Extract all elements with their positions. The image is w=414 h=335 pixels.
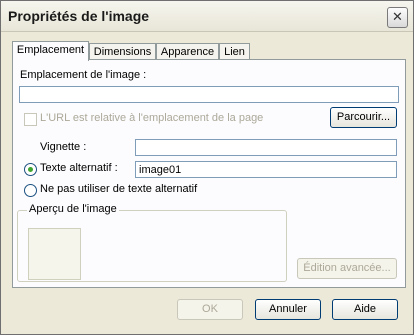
cancel-button[interactable]: Annuler xyxy=(255,299,321,320)
title-bar: Propriétés de l'image ✕ xyxy=(1,1,413,32)
alt-text-radio[interactable] xyxy=(24,163,37,176)
thumbnail-input[interactable] xyxy=(135,139,397,156)
close-icon: ✕ xyxy=(392,9,403,24)
ok-button[interactable]: OK xyxy=(177,299,243,320)
location-input[interactable] xyxy=(19,86,399,103)
relative-url-checkbox[interactable] xyxy=(24,113,37,126)
tab-apparence[interactable]: Apparence xyxy=(156,43,219,60)
radio-selected-dot xyxy=(28,167,33,172)
alt-text-input[interactable]: image01 xyxy=(135,161,397,178)
browse-button[interactable]: Parcourir... xyxy=(330,107,397,128)
image-preview xyxy=(28,228,81,280)
dialog-title: Propriétés de l'image xyxy=(8,8,150,24)
tab-dimensions[interactable]: Dimensions xyxy=(89,43,156,60)
close-button[interactable]: ✕ xyxy=(387,7,408,28)
tab-emplacement[interactable]: Emplacement xyxy=(12,41,89,61)
help-button[interactable]: Aide xyxy=(332,299,398,320)
no-alt-text-label: Ne pas utiliser de texte alternatif xyxy=(40,183,198,195)
tab-lien[interactable]: Lien xyxy=(219,43,250,60)
image-preview-legend: Aperçu de l'image xyxy=(27,203,119,215)
relative-url-label: L'URL est relative à l'emplacement de la… xyxy=(40,112,264,124)
advanced-edit-button[interactable]: Édition avancée... xyxy=(297,258,397,279)
alt-text-label: Texte alternatif : xyxy=(40,162,118,174)
location-label: Emplacement de l'image : xyxy=(20,69,147,81)
image-properties-dialog: Propriétés de l'image ✕ Emplacement Dime… xyxy=(0,0,414,335)
no-alt-text-radio[interactable] xyxy=(24,184,37,197)
thumbnail-label: Vignette : xyxy=(40,141,87,153)
